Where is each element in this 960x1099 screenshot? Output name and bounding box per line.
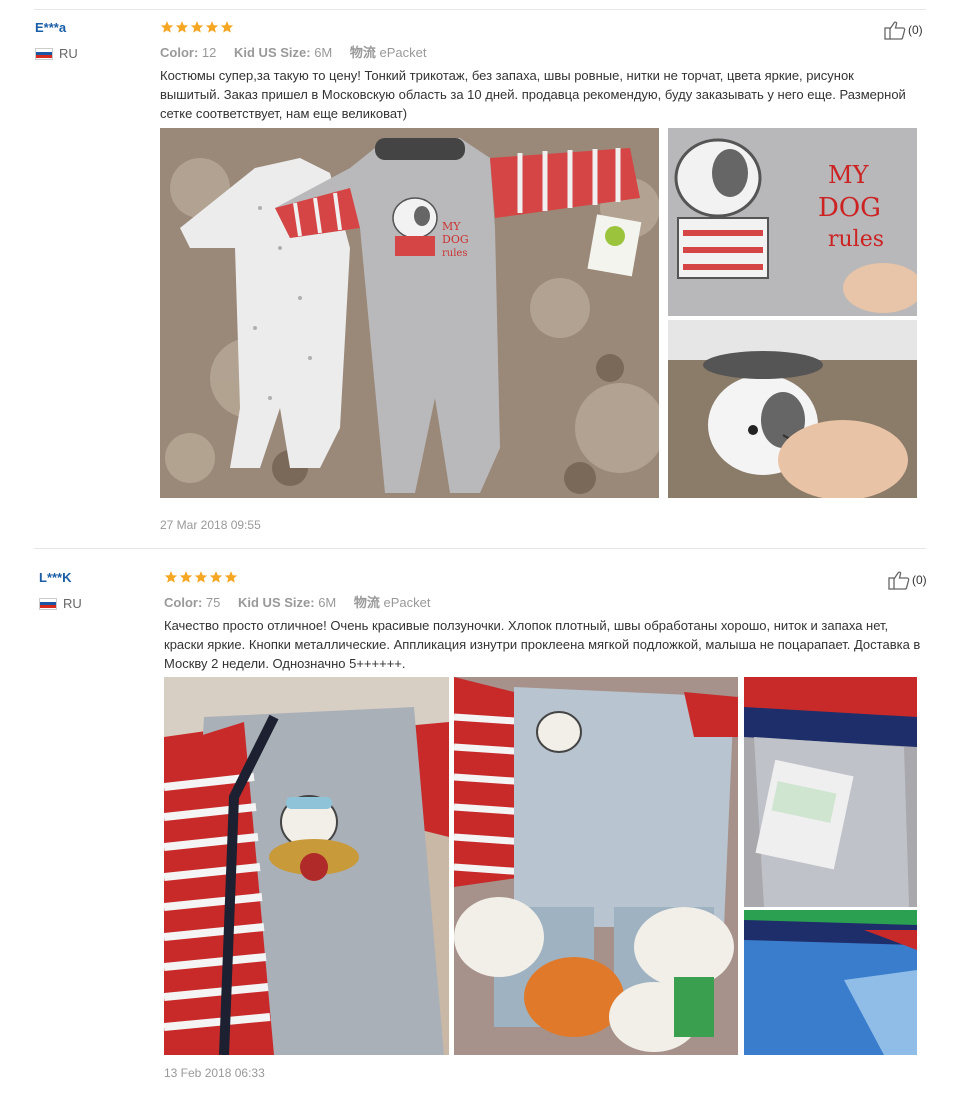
order-details: Color: 75 Kid US Size: 6M 物流 ePacket	[164, 592, 445, 611]
star-icon	[224, 571, 238, 583]
review-photo[interactable]	[668, 320, 917, 498]
thumbs-up-icon	[888, 571, 910, 590]
shipping-label: 物流	[353, 595, 380, 610]
like-button[interactable]: (0)	[884, 20, 923, 40]
shipping-value: ePacket	[383, 595, 431, 610]
reviewer-country: RU	[39, 596, 82, 611]
country-code: RU	[59, 46, 78, 61]
shipping-label: 物流	[349, 45, 376, 60]
size-label: Kid US Size:	[234, 45, 311, 60]
reviewer-name[interactable]: E***a	[35, 20, 66, 35]
star-icon	[220, 21, 234, 33]
size-value: 6M	[314, 45, 333, 60]
star-icon	[209, 571, 223, 583]
like-count: (0)	[908, 23, 923, 37]
svg-text:MY: MY	[828, 161, 870, 189]
size-value: 6M	[318, 595, 337, 610]
thumbs-up-icon	[884, 21, 906, 40]
shipping-value: ePacket	[379, 45, 427, 60]
review-photo[interactable]	[454, 677, 738, 1055]
review-photo[interactable]	[744, 677, 917, 907]
color-label: Color:	[160, 45, 199, 60]
order-details: Color: 12 Kid US Size: 6M 物流 ePacket	[160, 42, 441, 61]
color-value: 75	[205, 595, 221, 610]
russia-flag-icon	[39, 597, 57, 610]
review-photo[interactable]: MY DOG rules	[668, 128, 917, 316]
top-divider	[34, 9, 926, 10]
country-code: RU	[63, 596, 82, 611]
svg-text:DOG: DOG	[818, 193, 881, 223]
svg-text:DOG: DOG	[442, 233, 469, 246]
star-icon	[194, 571, 208, 583]
star-icon	[160, 21, 174, 33]
star-icon	[175, 21, 189, 33]
size-label: Kid US Size:	[238, 595, 315, 610]
review-photo[interactable]	[164, 677, 449, 1055]
svg-text:rules: rules	[828, 227, 884, 252]
svg-text:MY: MY	[442, 220, 461, 233]
like-count: (0)	[912, 573, 927, 587]
review-text: Костюмы супер,за такую то цену! Тонкий т…	[160, 68, 906, 121]
star-icon	[205, 21, 219, 33]
review-photo[interactable]: MY DOG rules	[160, 128, 659, 498]
color-value: 12	[201, 45, 217, 60]
svg-text:rules: rules	[442, 248, 467, 259]
russia-flag-icon	[35, 47, 53, 60]
star-rating	[164, 570, 238, 584]
reviewer-country: RU	[35, 46, 78, 61]
review-date: 13 Feb 2018 06:33	[164, 1066, 265, 1080]
star-icon	[179, 571, 193, 583]
review-divider	[34, 548, 926, 549]
review-photo[interactable]	[744, 910, 917, 1055]
star-icon	[190, 21, 204, 33]
like-button[interactable]: (0)	[888, 570, 927, 590]
star-rating	[160, 20, 234, 34]
reviewer-name[interactable]: L***K	[39, 570, 72, 585]
color-label: Color:	[164, 595, 203, 610]
star-icon	[164, 571, 178, 583]
review-text: Качество просто отличное! Очень красивые…	[164, 618, 921, 671]
review-date: 27 Mar 2018 09:55	[160, 518, 261, 532]
